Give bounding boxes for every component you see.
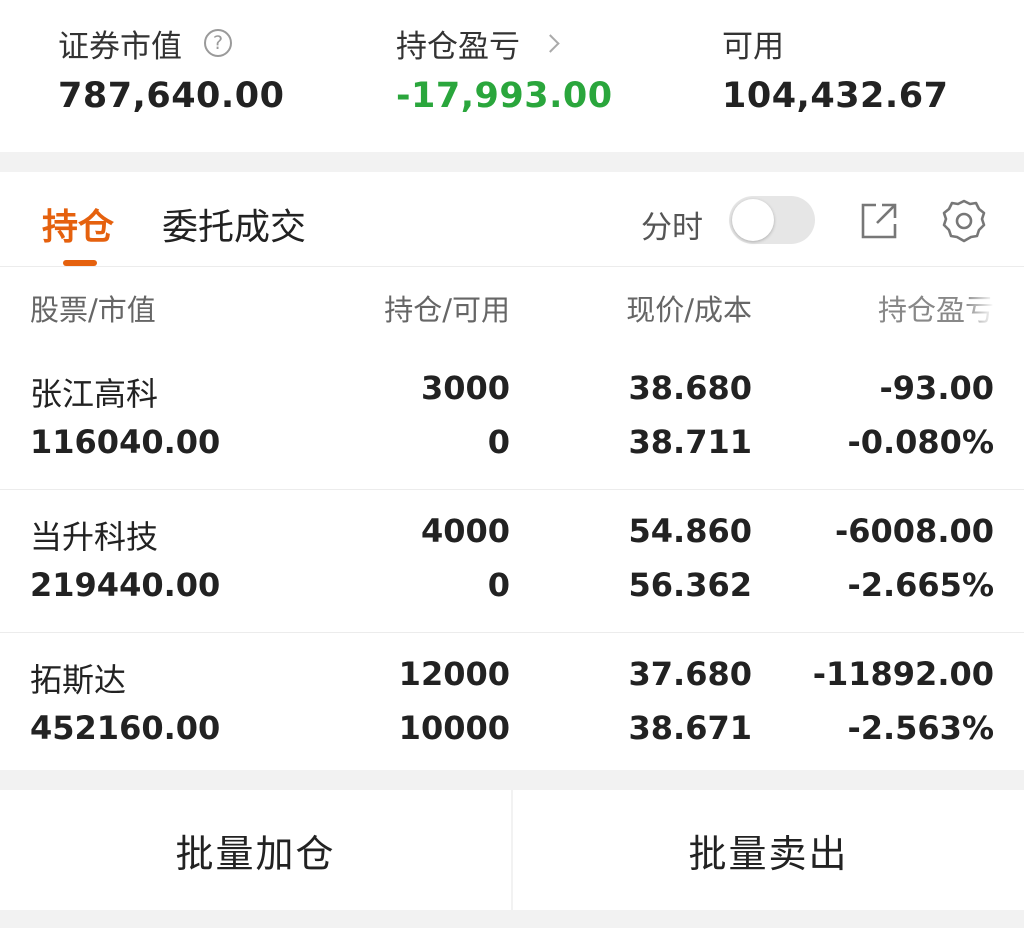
- position-pnl: -6008.00: [834, 512, 994, 550]
- share-icon[interactable]: [860, 202, 898, 240]
- available-label: 可用: [722, 28, 784, 65]
- pnl-label: 持仓盈亏: [396, 28, 520, 65]
- position-pnl: -93.00: [879, 369, 995, 407]
- position-qty: 3000: [420, 369, 510, 407]
- cost-price: 38.711: [628, 423, 752, 461]
- market-value: 787,640.00: [58, 76, 285, 116]
- available-block: 可用 104,432.67: [722, 22, 949, 117]
- col-header-position: 持仓/可用: [384, 293, 510, 327]
- available-qty: 0: [487, 423, 510, 461]
- pnl-block[interactable]: 持仓盈亏 -17,993.00: [396, 22, 613, 117]
- position-pnl-pct: -2.665%: [847, 566, 994, 604]
- tab-orders[interactable]: 委托成交: [162, 198, 306, 250]
- col-header-price: 现价/成本: [626, 293, 752, 327]
- available-value: 104,432.67: [722, 76, 949, 116]
- help-icon[interactable]: ?: [204, 29, 232, 57]
- market-value-block: 证券市值 ? 787,640.00: [58, 22, 285, 117]
- col-header-pnl: 持仓盈亏: [877, 293, 994, 327]
- stock-market-value: 116040.00: [30, 423, 221, 461]
- available-qty: 10000: [398, 709, 510, 747]
- table-row[interactable]: 张江高科 116040.00 3000 0 38.680 38.711 -93.…: [0, 347, 1024, 490]
- table-header: 股票/市值 持仓/可用 现价/成本 持仓盈亏: [0, 267, 1024, 347]
- stock-name: 拓斯达: [30, 661, 127, 699]
- fenshi-toggle[interactable]: [729, 196, 815, 244]
- available-qty: 0: [487, 566, 510, 604]
- current-price: 54.860: [628, 512, 752, 550]
- tab-bar: 持仓 委托成交 分时: [0, 172, 1024, 267]
- stock-name: 张江高科: [30, 375, 159, 413]
- batch-add-button[interactable]: 批量加仓: [0, 790, 511, 910]
- position-qty: 12000: [398, 655, 510, 693]
- cost-price: 56.362: [628, 566, 752, 604]
- tab-positions[interactable]: 持仓: [42, 198, 114, 250]
- current-price: 37.680: [628, 655, 752, 693]
- current-price: 38.680: [628, 369, 752, 407]
- batch-action-bar: 批量加仓 批量卖出: [0, 790, 1024, 910]
- stock-market-value: 452160.00: [30, 709, 221, 747]
- table-row[interactable]: 当升科技 219440.00 4000 0 54.860 56.362 -600…: [0, 490, 1024, 633]
- table-row[interactable]: 拓斯达 452160.00 12000 10000 37.680 38.671 …: [0, 633, 1024, 776]
- account-summary: 证券市值 ? 787,640.00 持仓盈亏 -17,993.00 可用 104…: [0, 0, 1024, 152]
- market-value-label: 证券市值: [58, 28, 182, 65]
- gear-icon[interactable]: [941, 198, 987, 244]
- stock-market-value: 219440.00: [30, 566, 221, 604]
- position-pnl-pct: -0.080%: [847, 423, 994, 461]
- toggle-knob: [732, 199, 774, 241]
- batch-sell-button[interactable]: 批量卖出: [513, 790, 1024, 910]
- col-header-stock: 股票/市值: [30, 293, 156, 327]
- chevron-right-icon: [541, 33, 560, 53]
- tab-active-indicator: [63, 260, 97, 266]
- cost-price: 38.671: [628, 709, 752, 747]
- position-pnl: -11892.00: [812, 655, 994, 693]
- position-pnl-pct: -2.563%: [847, 709, 994, 747]
- holdings-list: 张江高科 116040.00 3000 0 38.680 38.711 -93.…: [0, 347, 1024, 776]
- position-qty: 4000: [420, 512, 510, 550]
- pnl-value: -17,993.00: [396, 76, 613, 116]
- holdings-panel: 持仓 委托成交 分时 股票/市值 持仓/可用 现价/成本 持仓盈亏 张江高科 1…: [0, 172, 1024, 770]
- stock-name: 当升科技: [30, 518, 159, 556]
- fenshi-label: 分时: [641, 210, 703, 246]
